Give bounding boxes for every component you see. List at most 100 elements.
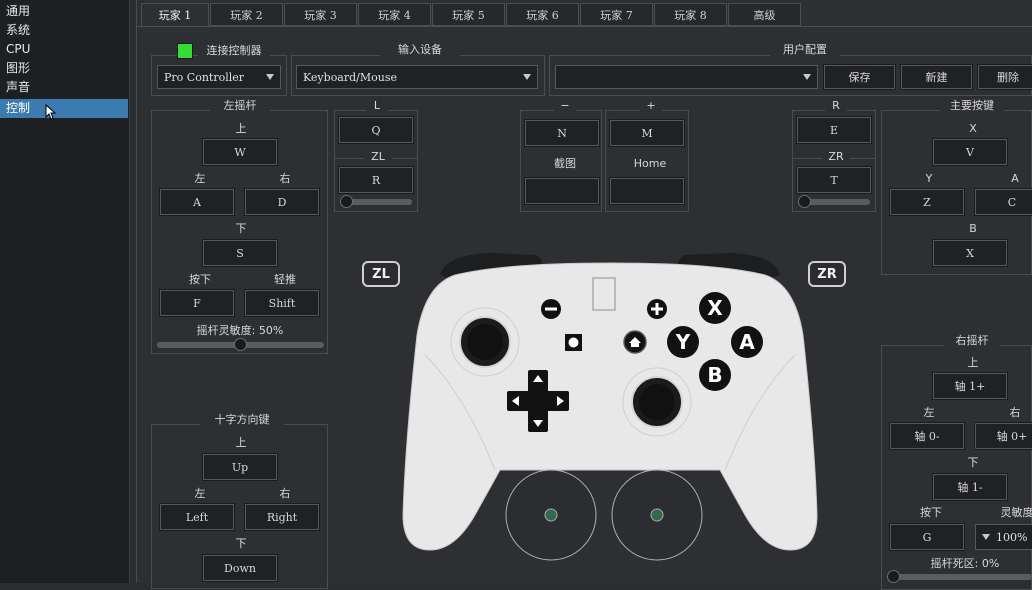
- input-device-select[interactable]: Keyboard/Mouse: [296, 65, 538, 89]
- zl-threshold-handle[interactable]: [340, 195, 353, 208]
- y-button[interactable]: Z: [889, 188, 965, 216]
- l-button[interactable]: Q: [338, 116, 414, 144]
- right-stick-sensitivity-spinner[interactable]: 100%: [975, 524, 1032, 550]
- pro-controller-image: X Y A B: [402, 253, 818, 561]
- dpad-left-button[interactable]: Left: [159, 503, 235, 531]
- controller-type-select[interactable]: Pro Controller: [157, 65, 281, 89]
- left-stick-light-label: 轻推: [274, 273, 296, 286]
- dpad-left-label: 左: [194, 487, 206, 500]
- new-button[interactable]: 新建: [900, 64, 973, 90]
- sidebar-item-controls[interactable]: 控制: [0, 99, 128, 118]
- minus-glyph: [545, 307, 557, 311]
- b-face-glyph: B: [707, 363, 722, 387]
- right-stick-left-button[interactable]: 轴 0-: [889, 422, 965, 450]
- left-stick-press-label: 按下: [189, 273, 211, 286]
- x-label: X: [969, 122, 977, 135]
- right-stick-deadzone-handle[interactable]: [887, 570, 900, 583]
- r-button[interactable]: E: [796, 116, 872, 144]
- zl-label: ZL: [364, 150, 392, 164]
- capture-label: 截图: [549, 157, 581, 171]
- sidebar: 通用 系统 CPU 图形 声音 控制: [0, 0, 130, 583]
- sidebar-item-graphics[interactable]: 图形: [0, 59, 128, 78]
- tab-advanced[interactable]: 高级: [728, 3, 801, 26]
- right-stick-sensitivity-value: 100%: [996, 530, 1028, 544]
- a-face-glyph: A: [739, 330, 755, 354]
- r-label: R: [825, 99, 847, 113]
- tab-player-4[interactable]: 玩家 4: [358, 3, 431, 26]
- right-stick-title: 右摇杆: [944, 334, 1000, 348]
- dpad-right-button[interactable]: Right: [244, 503, 320, 531]
- controller-type-value: Pro Controller: [164, 70, 245, 84]
- left-stick-left-button[interactable]: A: [159, 188, 235, 216]
- a-label: A: [1011, 172, 1019, 185]
- input-device-title: 输入设备: [380, 43, 460, 57]
- sidebar-item-general[interactable]: 通用: [0, 2, 128, 21]
- right-stick-down-label: 下: [967, 456, 979, 469]
- plus-label: +: [640, 99, 662, 113]
- plus-glyph: [655, 303, 659, 315]
- left-stick-sensitivity-handle[interactable]: [234, 338, 247, 351]
- capture-button[interactable]: [524, 177, 600, 205]
- left-stick-right-label: 右: [279, 172, 291, 185]
- left-stick-press-button[interactable]: F: [159, 289, 235, 317]
- minus-button[interactable]: N: [524, 119, 600, 147]
- sidebar-item-cpu[interactable]: CPU: [0, 40, 128, 59]
- tab-player-6[interactable]: 玩家 6: [506, 3, 579, 26]
- user-config-title: 用户配置: [770, 43, 840, 57]
- right-stick-left-label: 左: [923, 406, 935, 419]
- zr-button[interactable]: T: [796, 166, 872, 194]
- right-stick-up-button[interactable]: 轴 1+: [932, 372, 1008, 400]
- connect-controller-label: 连接控制器: [198, 44, 270, 58]
- zl-button[interactable]: R: [338, 166, 414, 194]
- tab-player-2[interactable]: 玩家 2: [210, 3, 283, 26]
- left-stick-cap: [467, 324, 503, 360]
- right-stick-press-button[interactable]: G: [889, 523, 965, 551]
- tab-player-8[interactable]: 玩家 8: [654, 3, 727, 26]
- right-stick-down-button[interactable]: 轴 1-: [932, 473, 1008, 501]
- sidebar-item-audio[interactable]: 声音: [0, 78, 128, 97]
- b-label: B: [969, 222, 977, 235]
- right-stick-deadzone-slider[interactable]: [887, 574, 1032, 580]
- dpad-down-button[interactable]: Down: [202, 554, 278, 582]
- left-stick-down-button[interactable]: S: [202, 239, 278, 267]
- input-device-value: Keyboard/Mouse: [303, 70, 397, 84]
- home-label: Home: [630, 157, 670, 171]
- save-button[interactable]: 保存: [823, 64, 896, 90]
- tab-player-1[interactable]: 玩家 1: [141, 3, 209, 28]
- right-stick-up-label: 上: [967, 356, 979, 369]
- tab-player-7[interactable]: 玩家 7: [580, 3, 653, 26]
- tab-player-5[interactable]: 玩家 5: [432, 3, 505, 26]
- left-stick-left-label: 左: [194, 172, 206, 185]
- tab-player-3[interactable]: 玩家 3: [284, 3, 357, 26]
- plus-button[interactable]: M: [609, 119, 685, 147]
- sidebar-item-system[interactable]: 系统: [0, 21, 128, 40]
- left-stick-sensitivity-label: 摇杆灵敏度: 50%: [196, 324, 284, 337]
- tab-divider: [136, 26, 1032, 27]
- left-stick-title: 左摇杆: [210, 99, 270, 113]
- left-stick-right-button[interactable]: D: [244, 188, 320, 216]
- chevron-down-icon: [266, 74, 274, 80]
- dpad-right-label: 右: [279, 487, 291, 500]
- right-stick-deadzone-label: 摇杆死区: 0%: [930, 557, 1000, 570]
- dpad-down-label: 下: [235, 537, 247, 550]
- connect-checkbox[interactable]: [177, 43, 193, 59]
- spinner-down-icon[interactable]: [982, 534, 990, 540]
- left-stick-light-button[interactable]: Shift: [244, 289, 320, 317]
- zr-label: ZR: [822, 150, 850, 164]
- x-button[interactable]: V: [932, 138, 1008, 166]
- dpad-up-button[interactable]: Up: [202, 453, 278, 481]
- l-label: L: [366, 99, 388, 113]
- delete-button[interactable]: 删除: [977, 64, 1032, 90]
- home-button[interactable]: [609, 177, 685, 205]
- user-config-select[interactable]: [555, 65, 818, 89]
- b-button[interactable]: X: [932, 239, 1008, 267]
- zr-threshold-handle[interactable]: [798, 195, 811, 208]
- right-stick-dot: [650, 508, 664, 522]
- x-face-glyph: X: [707, 296, 723, 320]
- left-stick-up-button[interactable]: W: [202, 138, 278, 166]
- a-button[interactable]: C: [974, 188, 1032, 216]
- right-stick-cap: [639, 384, 675, 420]
- dpad-title: 十字方向键: [200, 413, 284, 427]
- right-stick-right-button[interactable]: 轴 0+: [974, 422, 1032, 450]
- chevron-down-icon: [803, 74, 811, 80]
